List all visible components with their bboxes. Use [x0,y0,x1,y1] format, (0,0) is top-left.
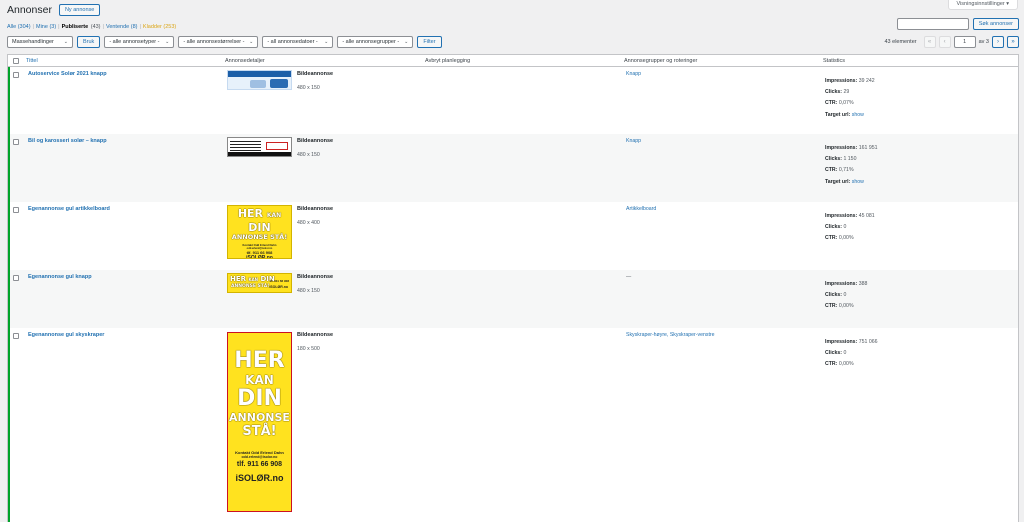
ad-stats: Impressions: 388 Clicks: 0 CTR: 0,00% [825,281,868,310]
view-all[interactable]: Alle (304) [7,24,31,30]
chevron-down-icon: ⌄ [63,38,68,45]
first-page-button[interactable]: « [923,35,936,48]
ad-thumbnail [227,137,292,157]
row-checkbox[interactable] [13,139,19,145]
table-header: Tittel Annonsedetaljer Avbryt planleggin… [8,55,1018,67]
ad-group-none: — [626,274,632,280]
search-box: Søk annonser [896,18,1019,30]
ad-type: Bildeannonse [297,138,334,144]
view-drafts[interactable]: Kladder (253) [143,24,176,30]
filter-ad-types-select[interactable]: - alle annonsetyper - ⌄ [104,35,175,48]
ad-group-link[interactable]: Artikkelboard [626,206,656,212]
row-checkbox[interactable] [13,275,19,281]
column-title-header[interactable]: Tittel [26,58,38,64]
ad-title-link[interactable]: Autoservice Solør 2021 knapp [28,71,107,77]
column-stats-header: Statistics [823,58,846,64]
table-row: Bil og karosseri solør – knapp Bildeanno… [8,134,1018,202]
table-row: Egenannonse gul skyskraper HER KAN DIN A… [8,328,1018,522]
ad-title-link[interactable]: Bil og karosseri solør – knapp [28,138,107,144]
column-groups-header: Annonsegrupper og roteringer [624,58,698,64]
row-checkbox[interactable] [13,333,19,339]
filter-ad-sizes-select[interactable]: - alle annonsestørrelser - ⌄ [178,35,259,48]
view-pending[interactable]: Ventende (8) [106,24,138,30]
ad-stats: Impressions: 751 066 Clicks: 0 CTR: 0,00… [825,339,878,368]
ads-table: Tittel Annonsedetaljer Avbryt planleggin… [7,54,1019,522]
ad-type: Bildeannonse [297,71,334,77]
search-ads-button[interactable]: Søk annonser [972,18,1019,30]
ad-thumbnail: HER KAN DIN ANNONSE STÅ! Kontakt Odd Erl… [227,332,292,512]
view-published[interactable]: Publiserte (43) [62,24,101,30]
ad-thumbnail: HER KAN DIN ANNONSE STÅ! Kontakt Odd Erl… [227,205,292,259]
row-checkbox[interactable] [13,72,19,78]
search-input[interactable] [896,18,969,30]
ad-group-link[interactable]: Skyskraper-høyre, Skyskraper-venstre [626,332,715,338]
ad-stats: Impressions: 45 081 Clicks: 0 CTR: 0,00% [825,213,875,242]
ad-size: 480 x 150 [297,288,320,294]
apply-button[interactable]: Bruk [77,35,101,48]
tablenav-top: Massehandlinger ⌄ Bruk - alle annonsetype… [7,35,1019,48]
chevron-down-icon: ⌄ [404,38,409,45]
ad-size: 480 x 150 [297,85,320,91]
pagination: 43 elementer « ‹ 1 av 3 › » [884,35,1019,48]
chevron-down-icon: ⌄ [324,38,329,45]
filter-ad-dates-select[interactable]: - all annonsedatoer - ⌄ [262,35,334,48]
last-page-button[interactable]: » [1007,35,1019,48]
ad-type: Bildeannonse [297,206,334,212]
ad-thumbnail: HER KAN DIN ANNONSE STÅ! tlf. 911 66 908… [227,273,292,293]
ad-thumbnail [227,70,292,90]
chevron-down-icon: ⌄ [165,38,170,45]
ad-title-link[interactable]: Egenannonse gul skyskraper [28,332,104,338]
total-pages: av 3 [978,38,989,45]
ad-title-link[interactable]: Egenannonse gul artikkelboard [28,206,110,212]
view-mine[interactable]: Mine (3) [36,24,56,30]
current-page-input[interactable]: 1 [953,35,976,48]
ad-group-link[interactable]: Knapp [626,138,641,144]
filter-button[interactable]: Filter [417,35,442,48]
ad-type: Bildeannonse [297,332,334,338]
table-row: Autoservice Solør 2021 knapp Bildeannons… [8,67,1018,134]
bulk-actions-select[interactable]: Massehandlinger ⌄ [7,35,73,48]
column-schedule-header: Avbryt planlegging [425,58,471,64]
ad-size: 480 x 400 [297,220,320,226]
page-title: Annonser [7,4,52,16]
chevron-down-icon: ⌄ [249,38,254,45]
ad-size: 180 x 500 [297,346,320,352]
items-count: 43 elementer [884,38,917,45]
column-details-header: Annonsedetaljer [225,58,265,64]
prev-page-button[interactable]: ‹ [938,35,951,48]
target-url-show-link[interactable]: show [852,112,864,118]
table-row: Egenannonse gul knapp HER KAN DIN ANNONS… [8,270,1018,328]
ad-group-link[interactable]: Knapp [626,71,641,77]
row-checkbox[interactable] [13,207,19,213]
ad-stats: Impressions: 161 951 Clicks: 1 150 CTR: … [825,145,878,185]
target-url-show-link[interactable]: show [852,179,864,185]
table-row: Egenannonse gul artikkelboard HER KAN DI… [8,202,1018,270]
page-header: Annonser Ny annonse [7,4,101,16]
filter-ad-groups-select[interactable]: - alle annonsegrupper - ⌄ [337,35,414,48]
screen-options-button[interactable]: Visningsinnstillinger ▾ [947,0,1018,10]
ad-stats: Impressions: 39 242 Clicks: 29 CTR: 0,07… [825,78,875,118]
select-all-checkbox[interactable] [13,58,19,64]
status-views: Alle (304) | Mine (3) | Publiserte (43) … [7,24,177,30]
ad-title-link[interactable]: Egenannonse gul knapp [28,274,92,280]
next-page-button[interactable]: › [992,35,1004,48]
ad-type: Bildeannonse [297,274,334,280]
ad-size: 480 x 150 [297,152,320,158]
new-ad-button[interactable]: Ny annonse [58,4,101,16]
